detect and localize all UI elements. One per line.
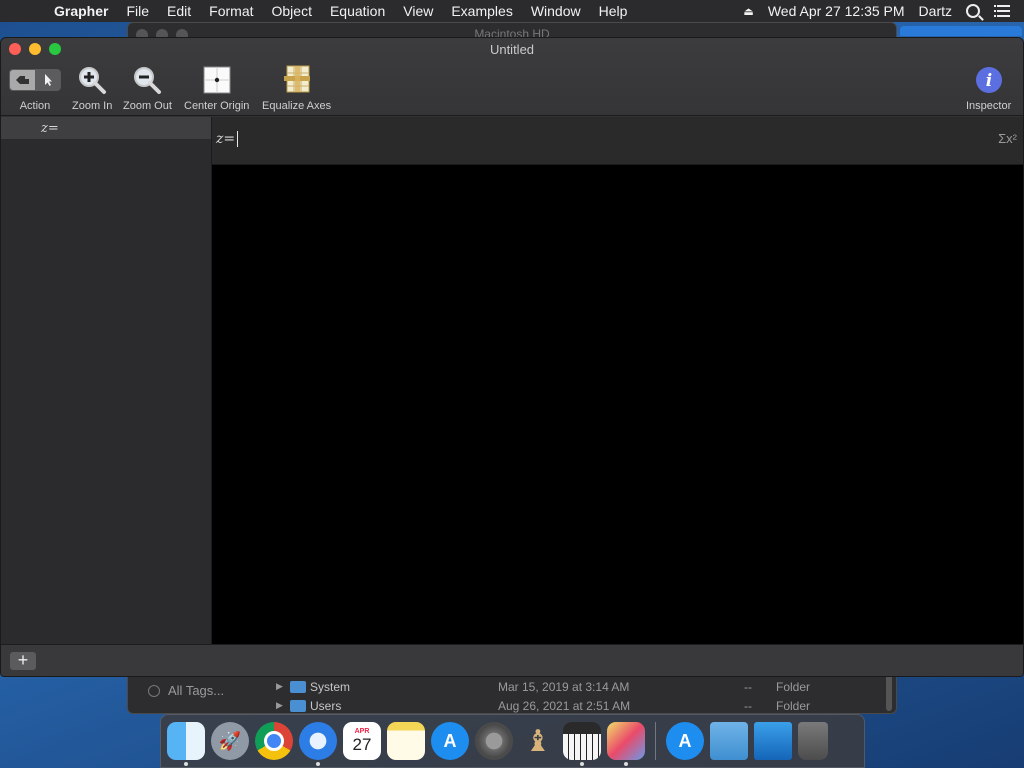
add-equation-button[interactable]: + xyxy=(10,651,36,670)
file-list: ▶ System Mar 15, 2019 at 3:14 AM -- Fold… xyxy=(268,677,878,715)
menu-items: Grapher File Edit Format Object Equation… xyxy=(42,3,636,19)
clock[interactable]: Wed Apr 27 12:35 PM xyxy=(768,3,905,19)
center-origin-icon[interactable] xyxy=(202,65,232,95)
file-kind: Folder xyxy=(776,698,811,713)
center-origin-label: Center Origin xyxy=(184,100,250,112)
piano-icon[interactable] xyxy=(563,722,601,766)
zoom-out-tool[interactable]: Zoom Out xyxy=(123,64,172,112)
zoom-in-label: Zoom In xyxy=(72,100,113,112)
disclosure-triangle-icon[interactable]: ▶ xyxy=(268,681,290,692)
dock: 🚀 APR 27 A ♝ A xyxy=(160,714,865,768)
equalize-axes-icon[interactable] xyxy=(281,64,313,96)
zoom-out-icon[interactable] xyxy=(132,65,162,95)
calendar-day: 27 xyxy=(352,735,372,754)
file-name: System xyxy=(310,679,351,694)
bottom-bar: + xyxy=(1,644,1023,676)
svg-text:i: i xyxy=(985,71,991,91)
file-row-system[interactable]: ▶ System Mar 15, 2019 at 3:14 AM -- Fold… xyxy=(268,677,878,696)
menu-equation[interactable]: Equation xyxy=(321,3,394,19)
menu-object[interactable]: Object xyxy=(263,3,321,19)
equation-list-item[interactable]: z= xyxy=(1,117,211,139)
zoom-in-icon[interactable] xyxy=(77,65,107,95)
screen-sharing-icon[interactable] xyxy=(754,722,792,760)
app-store-icon[interactable]: A xyxy=(431,722,469,760)
equalize-axes-label: Equalize Axes xyxy=(262,100,332,112)
grapher-window: Untitled Action Zoom In Zoom Out Center … xyxy=(0,37,1024,677)
action-tool[interactable]: Action xyxy=(9,64,61,112)
file-date: Mar 15, 2019 at 3:14 AM xyxy=(498,679,630,694)
user-name[interactable]: Dartz xyxy=(919,3,952,19)
inspector-label: Inspector xyxy=(966,100,1012,112)
zoom-out-label: Zoom Out xyxy=(123,100,172,112)
folder-stack-icon[interactable] xyxy=(710,722,748,760)
chess-icon[interactable]: ♝ xyxy=(519,722,557,760)
action-segmented-control[interactable] xyxy=(9,69,61,91)
finder-scrollbar[interactable] xyxy=(886,675,892,711)
title-bar: Untitled Action Zoom In Zoom Out Center … xyxy=(1,38,1023,116)
text-caret xyxy=(237,131,239,147)
spotlight-search-icon[interactable] xyxy=(966,4,980,18)
equation-palette-icon[interactable]: Σx² xyxy=(998,131,1017,146)
system-preferences-icon[interactable] xyxy=(475,722,513,760)
equation-list: z= xyxy=(1,117,212,644)
dock-separator xyxy=(655,722,656,760)
zoom-in-tool[interactable]: Zoom In xyxy=(72,64,112,112)
notes-icon[interactable] xyxy=(387,722,425,760)
graph-area: z= Σx² xyxy=(212,117,1023,644)
equation-input-text: z= xyxy=(216,131,236,147)
menu-bar: Grapher File Edit Format Object Equation… xyxy=(0,0,1024,22)
file-kind: Folder xyxy=(776,679,811,694)
calendar-icon[interactable]: APR 27 xyxy=(343,722,381,760)
hand-tool-icon[interactable] xyxy=(10,70,35,90)
app-store-downloads-icon[interactable]: A xyxy=(666,722,704,760)
eject-icon[interactable]: ⏏ xyxy=(743,5,753,18)
window-content: z= z= Σx² xyxy=(1,117,1023,644)
center-origin-tool[interactable]: Center Origin xyxy=(184,64,249,112)
launchpad-icon[interactable]: 🚀 xyxy=(211,722,249,760)
grapher-icon[interactable] xyxy=(607,722,645,766)
trash-icon[interactable] xyxy=(798,722,828,760)
tag-icon xyxy=(148,684,160,697)
action-label: Action xyxy=(19,100,51,112)
file-name: Users xyxy=(310,698,342,713)
equation-list-label: z= xyxy=(41,120,59,136)
status-area: ⏏ Wed Apr 27 12:35 PM Dartz xyxy=(743,0,1024,22)
window-title: Untitled xyxy=(489,42,535,57)
arrow-pointer-icon[interactable] xyxy=(35,70,60,90)
safari-icon[interactable] xyxy=(299,722,337,766)
toolbar: Action Zoom In Zoom Out Center Origin Eq… xyxy=(1,62,1023,114)
finder-icon[interactable] xyxy=(167,722,205,766)
notification-center-icon[interactable] xyxy=(994,5,1010,17)
file-size: -- xyxy=(744,679,752,694)
menu-view[interactable]: View xyxy=(394,3,442,19)
menu-format[interactable]: Format xyxy=(200,3,262,19)
menu-edit[interactable]: Edit xyxy=(158,3,200,19)
menu-examples[interactable]: Examples xyxy=(442,3,521,19)
menu-grapher[interactable]: Grapher xyxy=(42,3,117,19)
inspector-info-icon[interactable]: i xyxy=(975,66,1003,94)
menu-file[interactable]: File xyxy=(117,3,158,19)
equalize-axes-tool[interactable]: Equalize Axes xyxy=(262,64,331,112)
disclosure-triangle-icon[interactable]: ▶ xyxy=(268,700,290,711)
menu-window[interactable]: Window xyxy=(522,3,590,19)
background-window-tab xyxy=(900,26,1022,36)
inspector-tool[interactable]: i Inspector xyxy=(966,64,1011,112)
folder-icon xyxy=(290,699,306,712)
graph-canvas[interactable] xyxy=(212,165,1023,644)
file-size: -- xyxy=(744,698,752,713)
file-date: Aug 26, 2021 at 2:51 AM xyxy=(498,698,631,713)
equation-editor[interactable]: z= Σx² xyxy=(212,117,1023,165)
folder-icon xyxy=(290,680,306,693)
file-row-users[interactable]: ▶ Users Aug 26, 2021 at 2:51 AM -- Folde… xyxy=(268,696,878,715)
menu-help[interactable]: Help xyxy=(590,3,637,19)
equation-input[interactable]: z= xyxy=(216,131,239,147)
all-tags-label: All Tags... xyxy=(168,683,225,698)
sidebar-all-tags[interactable]: All Tags... xyxy=(148,683,224,698)
chrome-icon[interactable] xyxy=(255,722,293,760)
